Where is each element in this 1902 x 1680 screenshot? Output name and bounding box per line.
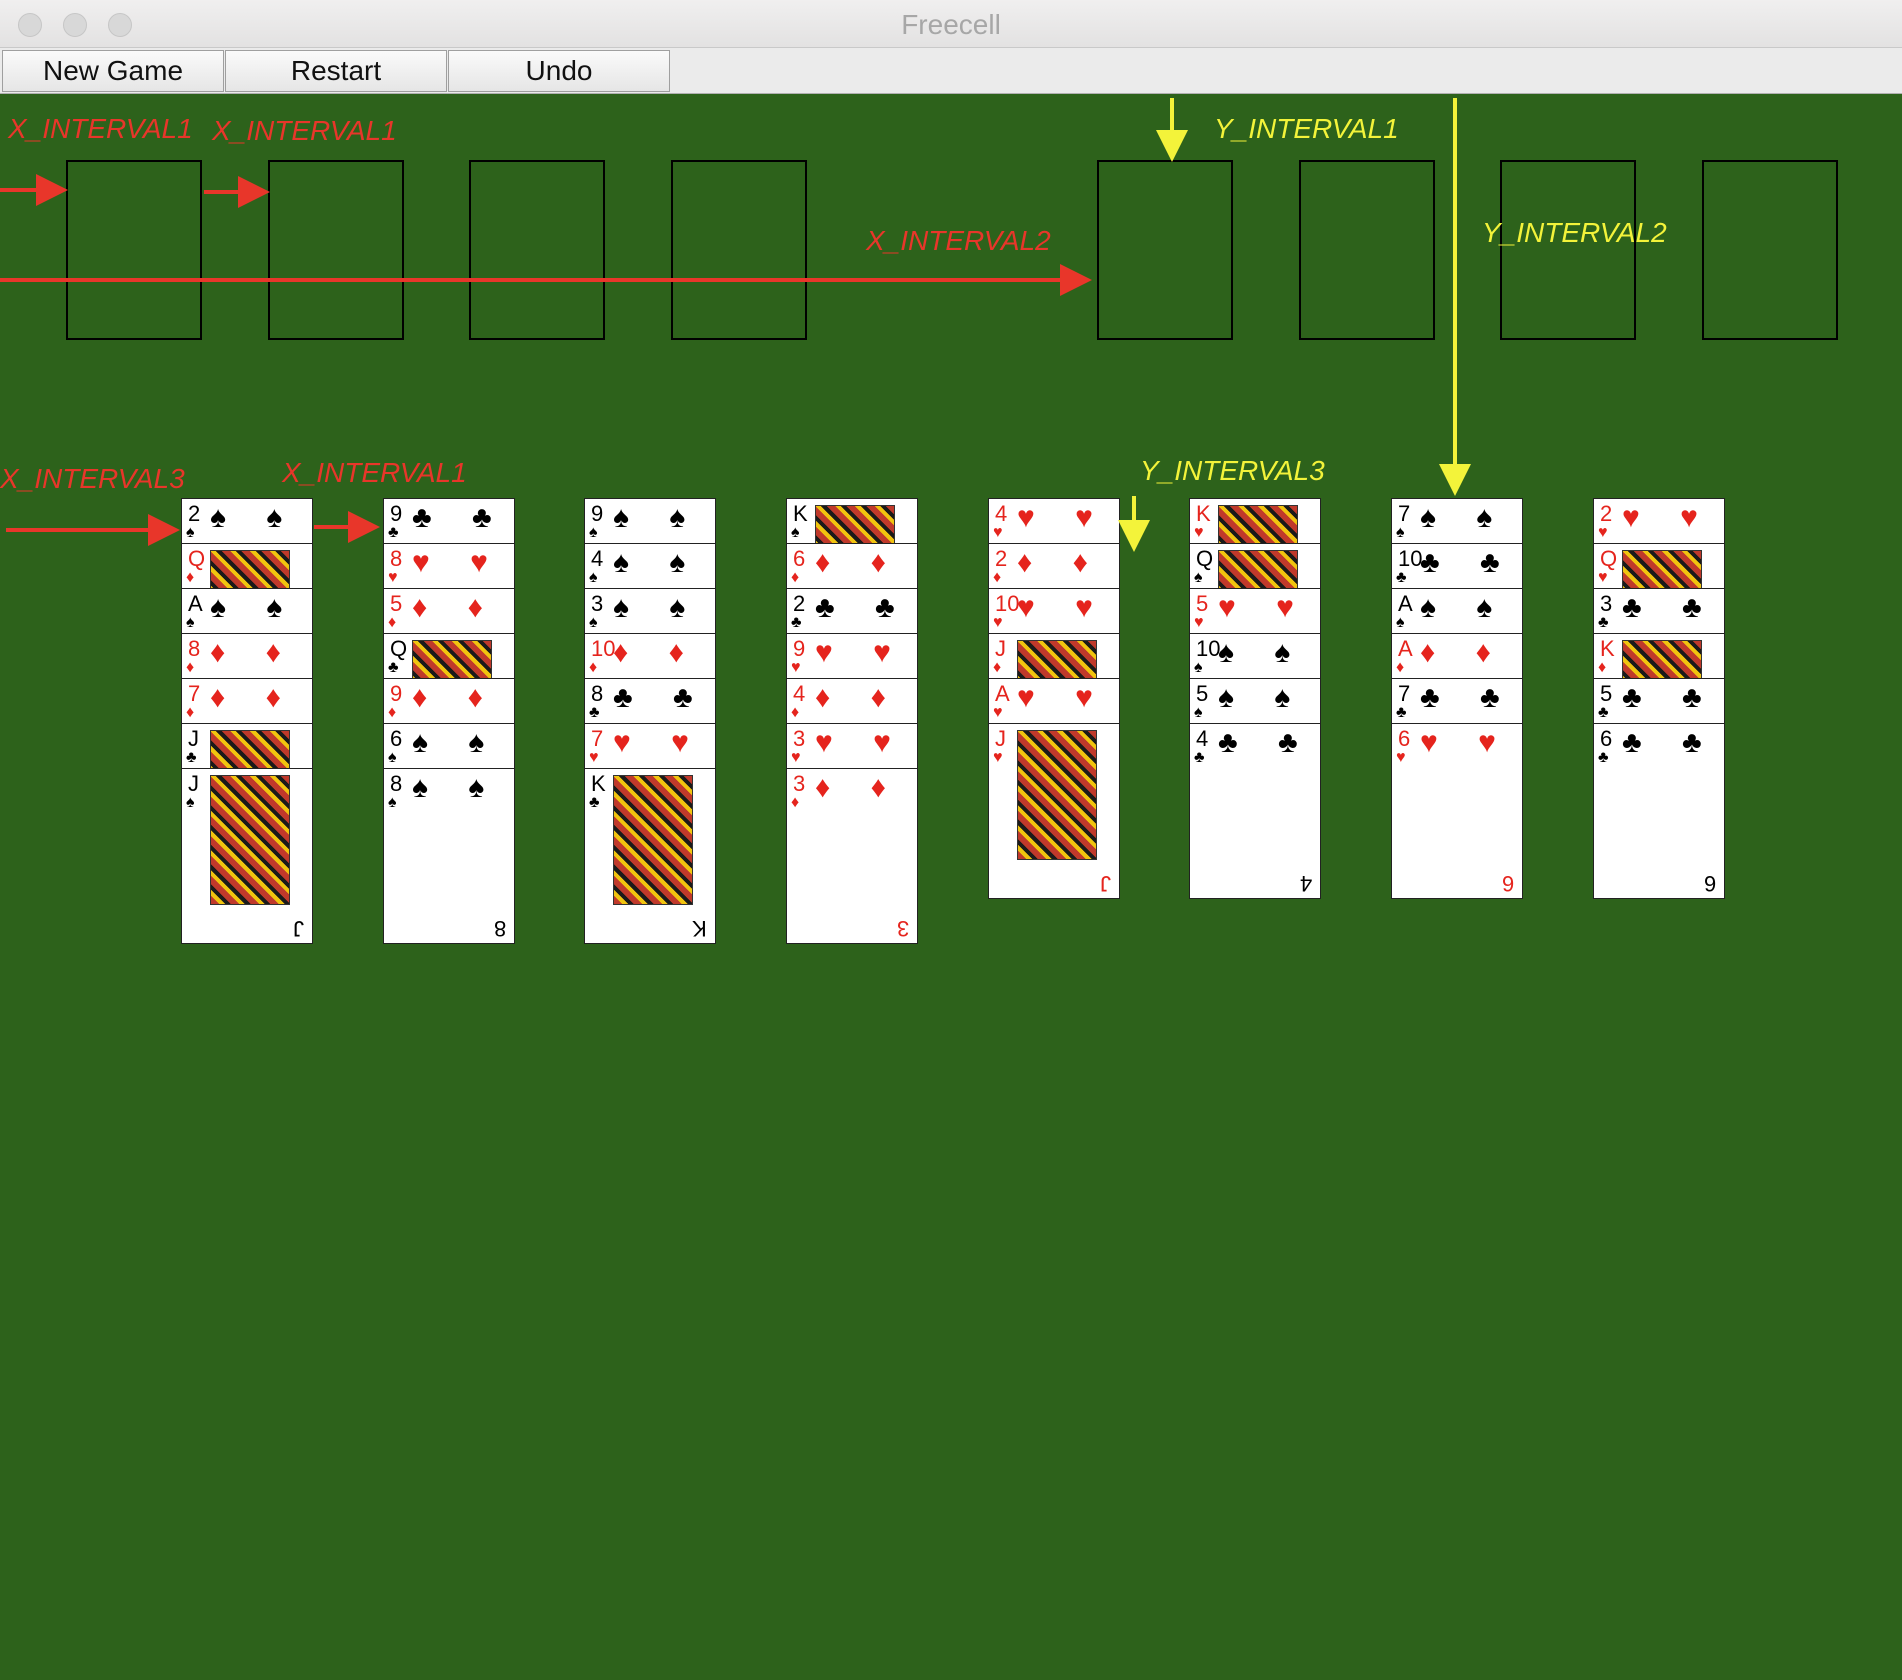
window-title: Freecell	[901, 9, 1001, 40]
new-game-button[interactable]: New Game	[2, 50, 224, 92]
x-interval1-label: X_INTERVAL1	[8, 113, 193, 144]
interval-arrows	[0, 98, 1471, 552]
x-interval1-label: X_INTERVAL1	[282, 457, 467, 488]
x-interval3-label: X_INTERVAL3	[0, 463, 185, 494]
undo-button[interactable]: Undo	[448, 50, 670, 92]
y-interval2-label: Y_INTERVAL2	[1482, 217, 1667, 248]
restart-button[interactable]: Restart	[225, 50, 447, 92]
y-interval1-label: Y_INTERVAL1	[1214, 113, 1399, 144]
toolbar: New Game Restart Undo	[0, 48, 1902, 94]
y-interval3-label: Y_INTERVAL3	[1140, 455, 1325, 486]
title-bar: Freecell	[0, 0, 1902, 48]
game-table: 2♠♠ ♠2Q♦QA♠♠ ♠A8♦♦ ♦87♦♦ ♦7J♣JJ♠J9♣♣ ♣98…	[0, 94, 1902, 1680]
x-interval2-label: X_INTERVAL2	[866, 225, 1051, 256]
x-interval1-label: X_INTERVAL1	[212, 115, 397, 146]
